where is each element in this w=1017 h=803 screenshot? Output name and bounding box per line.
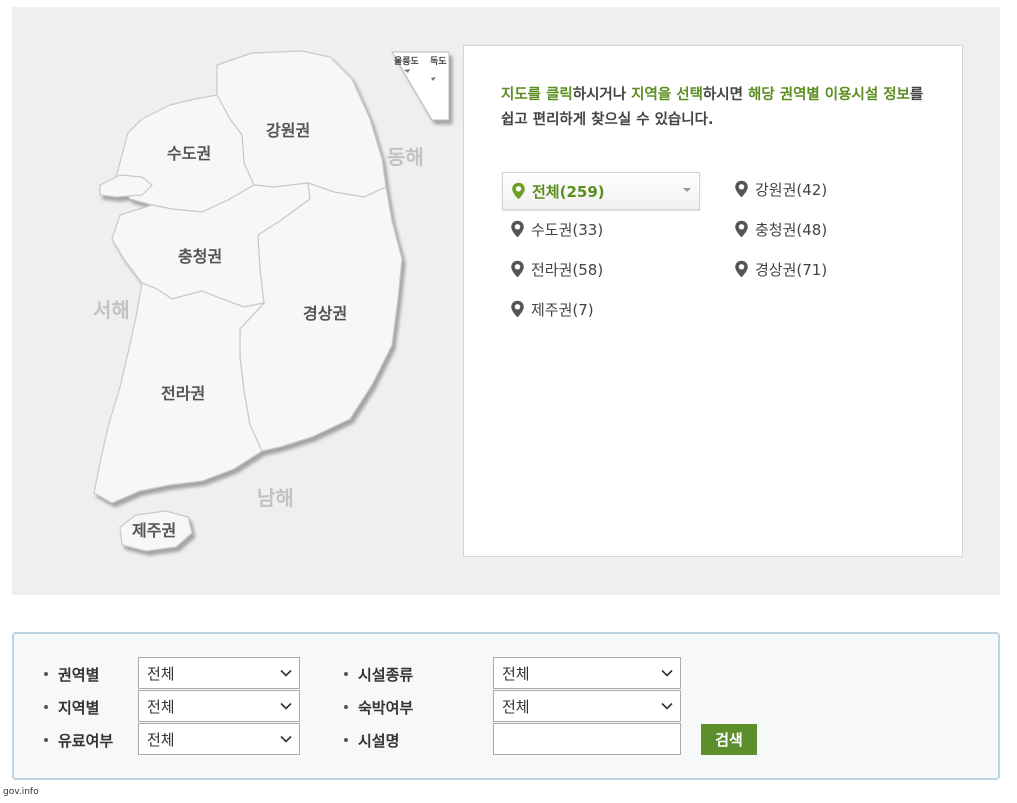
region-filter-value: 전체: [147, 664, 175, 683]
island-inset: 울릉도 독도: [391, 51, 450, 121]
chevron-down-icon: [280, 702, 292, 710]
bullet-icon: [44, 671, 48, 676]
search-form: 권역별 전체 지역별 전체 유료여부 전체 시설종류 전체 숙박여부 전체 시설…: [12, 632, 1000, 780]
region-item-gangwon[interactable]: 강원권(42): [726, 170, 886, 208]
location-pin-icon: [511, 260, 524, 278]
bullet-icon: [344, 704, 348, 709]
label-sudo: 수도권: [167, 144, 211, 163]
location-pin-icon: [511, 220, 524, 238]
paid-filter-label: 유료여부: [44, 730, 113, 751]
region-item-label: 전라권(58): [531, 260, 604, 279]
region-item-jeolla[interactable]: 전라권(58): [502, 250, 662, 288]
facility-type-select[interactable]: 전체: [493, 657, 681, 689]
chevron-down-icon: [661, 702, 673, 710]
bullet-icon: [344, 737, 348, 742]
info-instruction-text: 지도를 클릭하시거나 지역을 선택하시면 해당 권역별 이용시설 정보를 쉽고 …: [501, 83, 931, 133]
info-text-highlight: 해당 권역별 이용시설 정보: [748, 87, 910, 103]
region-item-label: 전체(259): [532, 182, 605, 201]
region-item-label: 수도권(33): [531, 220, 604, 239]
lodging-filter-value: 전체: [502, 697, 530, 716]
area-filter-label: 지역별: [44, 697, 99, 718]
region-item-label: 충청권(48): [755, 220, 828, 239]
region-info-panel: 지도를 클릭하시거나 지역을 선택하시면 해당 권역별 이용시설 정보를 쉽고 …: [463, 45, 963, 557]
label-jeolla: 전라권: [161, 384, 205, 403]
region-item-label: 제주권(7): [531, 300, 594, 319]
bullet-icon: [44, 704, 48, 709]
facility-type-label: 시설종류: [344, 664, 413, 685]
region-item-all[interactable]: 전체(259): [502, 172, 700, 210]
sea-east-label: 동해: [387, 145, 424, 169]
info-text-highlight: 지역을 선택: [631, 87, 703, 103]
lodging-filter-label-text: 숙박여부: [358, 699, 414, 717]
korea-map-area: 울릉도 독도 강원권 수도권 충청권 경상권 전라권 제주권 동해 서해 남해: [12, 7, 462, 595]
region-filter-select[interactable]: 전체: [138, 657, 300, 689]
facility-type-value: 전체: [502, 664, 530, 683]
facility-name-input[interactable]: [493, 723, 681, 755]
lodging-filter-select[interactable]: 전체: [493, 690, 681, 722]
area-filter-value: 전체: [147, 697, 175, 716]
bullet-icon: [344, 671, 348, 676]
label-gangwon: 강원권: [266, 121, 310, 140]
korea-map: 울릉도 독도 강원권 수도권 충청권 경상권 전라권 제주권 동해 서해 남해: [93, 50, 450, 552]
source-caption: gov.info: [3, 787, 39, 797]
paid-filter-value: 전체: [147, 730, 175, 749]
region-item-label: 경상권(71): [755, 260, 828, 279]
location-pin-icon: [735, 260, 748, 278]
info-text: 하시거나: [572, 87, 632, 103]
location-pin-icon: [735, 220, 748, 238]
area-filter-label-text: 지역별: [58, 699, 100, 717]
dokdo-label: 독도: [430, 56, 447, 67]
region-item-jeju[interactable]: 제주권(7): [502, 290, 662, 328]
facility-name-label-text: 시설명: [358, 732, 400, 750]
sea-west-label: 서해: [93, 298, 130, 322]
chevron-down-icon: [661, 669, 673, 677]
region-filter-label-text: 권역별: [58, 666, 100, 684]
caret-down-icon: [683, 188, 691, 192]
chevron-down-icon: [280, 735, 292, 743]
location-pin-icon: [511, 300, 524, 318]
label-jeju: 제주권: [132, 521, 176, 540]
bullet-icon: [44, 737, 48, 742]
region-item-label: 강원권(42): [755, 180, 828, 199]
label-gyeongsang: 경상권: [303, 304, 347, 323]
label-chungcheong: 충청권: [178, 247, 222, 266]
facility-type-label-text: 시설종류: [358, 666, 414, 684]
map-section: 울릉도 독도 강원권 수도권 충청권 경상권 전라권 제주권 동해 서해 남해 …: [12, 7, 1000, 595]
ulleungdo-label: 울릉도: [394, 55, 420, 67]
paid-filter-label-text: 유료여부: [58, 732, 114, 750]
region-item-chungcheong[interactable]: 충청권(48): [726, 210, 886, 248]
region-item-gyeongsang[interactable]: 경상권(71): [726, 250, 886, 288]
chevron-down-icon: [280, 669, 292, 677]
info-text: 하시면: [702, 87, 748, 103]
sea-south-label: 남해: [257, 486, 294, 510]
location-pin-icon: [512, 182, 525, 200]
location-pin-icon: [735, 180, 748, 198]
region-item-sudo[interactable]: 수도권(33): [502, 210, 662, 248]
paid-filter-select[interactable]: 전체: [138, 723, 300, 755]
region-filter-label: 권역별: [44, 664, 99, 685]
area-filter-select[interactable]: 전체: [138, 690, 300, 722]
search-button[interactable]: 검색: [701, 724, 757, 755]
info-text-highlight: 지도를 클릭: [501, 87, 573, 103]
lodging-filter-label: 숙박여부: [344, 697, 413, 718]
facility-name-label: 시설명: [344, 730, 399, 751]
